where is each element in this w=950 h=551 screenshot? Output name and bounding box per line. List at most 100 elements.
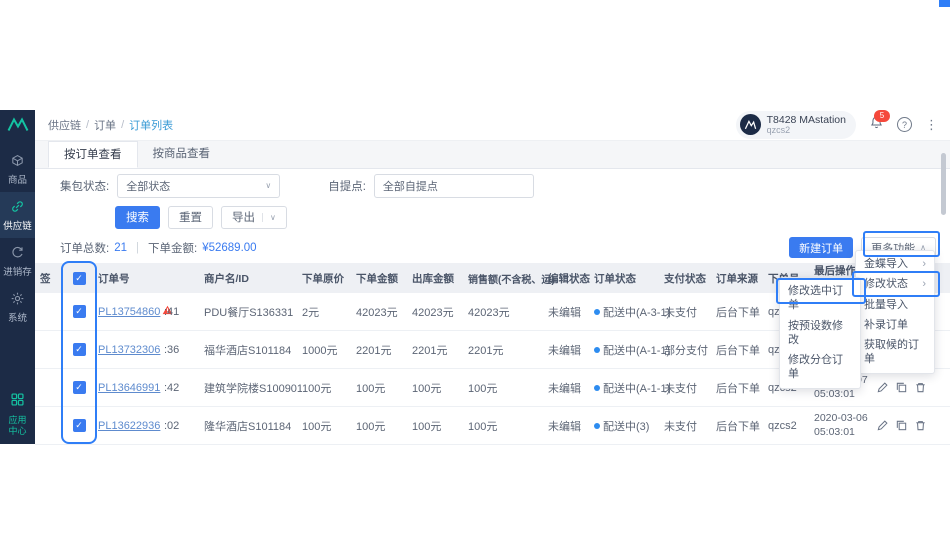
submenu-item-modify-split-warehouse[interactable]: 修改分仓订单 xyxy=(780,350,860,385)
cell-order-source: 后台下单 xyxy=(716,306,760,319)
checkbox-checked-icon[interactable]: ✓ xyxy=(72,305,86,318)
cell-outbound-amount: 2201元 xyxy=(412,344,448,357)
cell-outbound-amount: 100元 xyxy=(412,420,442,433)
search-actions-row: 搜索 重置 导出 ∨ xyxy=(35,202,950,232)
cell-outbound-amount: 42023元 xyxy=(412,306,454,319)
copy-icon[interactable] xyxy=(895,419,908,432)
row-checkbox[interactable]: ✓ xyxy=(64,343,98,356)
menu-item-supplement-order[interactable]: 补录订单 xyxy=(856,315,934,335)
order-link[interactable]: PL13754860 xyxy=(98,306,160,318)
th-order-amount: 下单金额 xyxy=(356,272,398,285)
screenshot-canvas: 商品 供应链 进销存 系统 应用中心 供应链 / 订单 / 订单列表 T8428… xyxy=(0,0,950,551)
vertical-scrollbar-thumb[interactable] xyxy=(941,153,946,215)
help-button[interactable]: ? xyxy=(897,117,912,133)
package-status-label: 集包状态: xyxy=(60,180,110,193)
checkbox-checked-icon[interactable]: ✓ xyxy=(72,271,86,285)
checkbox-checked-icon[interactable]: ✓ xyxy=(72,419,86,432)
th-order-source: 订单来源 xyxy=(716,272,758,285)
total-orders-label: 订单总数: xyxy=(60,242,110,255)
checkbox-checked-icon[interactable]: ✓ xyxy=(72,343,86,356)
cell-pay-status: 未支付 xyxy=(664,382,697,395)
pickup-point-input[interactable]: 全部自提点 xyxy=(373,173,534,198)
sidebar: 商品 供应链 进销存 系统 应用中心 xyxy=(0,110,35,444)
sidebar-item-goods[interactable]: 商品 xyxy=(0,146,35,192)
export-label: 导出 xyxy=(232,212,255,224)
order-summary: 订单总数: 21 | 下单金额: ¥52689.00 xyxy=(60,240,257,256)
row-checkbox[interactable]: ✓ xyxy=(64,305,98,318)
sidebar-item-inventory[interactable]: 进销存 xyxy=(0,238,35,284)
menu-item-fetch-orders[interactable]: 获取候的订单 xyxy=(856,335,934,370)
app-logo-icon xyxy=(0,117,35,132)
edit-icon[interactable] xyxy=(876,419,889,432)
total-orders-value: 21 xyxy=(114,241,127,254)
package-status-select[interactable]: 全部状态 ∨ xyxy=(117,173,281,198)
submenu-arrow-icon: › xyxy=(922,278,926,291)
sidebar-item-app-center[interactable]: 应用中心 xyxy=(0,392,35,436)
cell-edit-status: 未编辑 xyxy=(548,420,581,433)
checkbox-checked-icon[interactable]: ✓ xyxy=(72,381,86,394)
cell-sales-amount: 100元 xyxy=(468,382,498,395)
th-merchant: 商户名/ID xyxy=(204,272,249,285)
order-link[interactable]: PL13732306 xyxy=(98,344,160,356)
th-pay-status: 支付状态 xyxy=(664,272,706,285)
filter-row: 集包状态: 全部状态 ∨ 自提点: 全部自提点 xyxy=(35,169,950,202)
submenu-item-modify-by-preset[interactable]: 按预设数修改 xyxy=(780,316,860,351)
th-sign: 签 xyxy=(40,272,51,285)
export-button[interactable]: 导出 ∨ xyxy=(221,205,287,229)
status-dot xyxy=(594,346,600,353)
user-sub-account: qzcs2 xyxy=(766,125,791,136)
tab-order-view[interactable]: 按订单查看 xyxy=(48,141,138,168)
annotation-corner-mark xyxy=(939,0,950,7)
cell-sales-amount: 2201元 xyxy=(468,344,504,357)
cell-original-price: 100元 xyxy=(302,420,332,433)
cell-merchant: 福华酒店S101184 xyxy=(204,344,292,357)
edit-icon[interactable] xyxy=(876,381,889,394)
cell-actions xyxy=(876,419,936,432)
cell-order-time: :41 xyxy=(164,305,180,318)
user-menu[interactable]: T8428 MAstation qzcs2 xyxy=(735,111,856,139)
th-edit-status: 编辑状态 xyxy=(548,272,590,285)
notification-bell[interactable]: 5 xyxy=(869,109,890,135)
menu-item-modify-status[interactable]: 修改状态 › xyxy=(856,274,934,294)
breadcrumb-orders[interactable]: 订单 xyxy=(94,117,116,133)
menu-item-kingdee-import[interactable]: 金蝶导入 › xyxy=(856,254,934,274)
more-functions-menu: 金蝶导入 › 修改状态 › 批量导入 补录订单 获取候的订单 xyxy=(855,250,935,374)
order-link[interactable]: PL13646991 xyxy=(98,382,160,394)
link-icon xyxy=(10,199,25,219)
submenu-item-modify-selected[interactable]: 修改选中订单 xyxy=(780,281,860,316)
sidebar-item-system[interactable]: 系统 xyxy=(0,284,35,330)
th-sales-amount: 销售额(不含税、运) xyxy=(468,274,555,286)
cell-last-op-time: 2020-03-06 05:03:01 xyxy=(814,412,868,438)
cell-order-status: 配送中(3) xyxy=(594,418,664,434)
search-button[interactable]: 搜索 xyxy=(115,205,160,229)
sidebar-item-label: 应用中心 xyxy=(8,415,27,436)
breadcrumb-supply-chain[interactable]: 供应链 xyxy=(48,117,81,133)
copy-icon[interactable] xyxy=(895,381,908,394)
top-bar: 供应链 / 订单 / 订单列表 T8428 MAstation qzcs2 5 … xyxy=(35,109,950,141)
cell-outbound-amount: 100元 xyxy=(412,382,442,395)
status-dot xyxy=(594,422,600,429)
select-all-checkbox[interactable]: ✓ xyxy=(64,271,98,285)
row-checkbox[interactable]: ✓ xyxy=(64,419,98,432)
avatar xyxy=(739,114,761,136)
cell-sales-amount: 42023元 xyxy=(468,306,510,319)
row-checkbox[interactable]: ✓ xyxy=(64,381,98,394)
package-status-value: 全部状态 xyxy=(126,180,171,193)
table-row: ✓ PL13622936 :02 隆华酒店S101184 100元 100元 1… xyxy=(35,407,950,445)
cell-order-amount: 100元 xyxy=(356,382,386,395)
reset-button[interactable]: 重置 xyxy=(168,205,213,229)
new-order-button[interactable]: 新建订单 xyxy=(789,237,854,258)
sidebar-item-supply-chain[interactable]: 供应链 xyxy=(0,192,35,238)
breadcrumb: 供应链 / 订单 / 订单列表 xyxy=(48,117,173,133)
more-options-button[interactable]: ⋮ xyxy=(925,118,938,131)
tab-product-view[interactable]: 按商品查看 xyxy=(138,141,226,168)
cell-pay-status: 未支付 xyxy=(664,306,697,319)
menu-item-batch-import[interactable]: 批量导入 xyxy=(856,295,934,315)
delete-icon[interactable] xyxy=(914,381,927,394)
delete-icon[interactable] xyxy=(914,419,927,432)
cell-order-no: PL13646991 xyxy=(98,382,164,394)
cell-pay-status: 部分支付 xyxy=(664,344,708,357)
cell-order-source: 后台下单 xyxy=(716,382,760,395)
summary-divider: | xyxy=(136,241,139,254)
order-link[interactable]: PL13622936 xyxy=(98,420,160,432)
